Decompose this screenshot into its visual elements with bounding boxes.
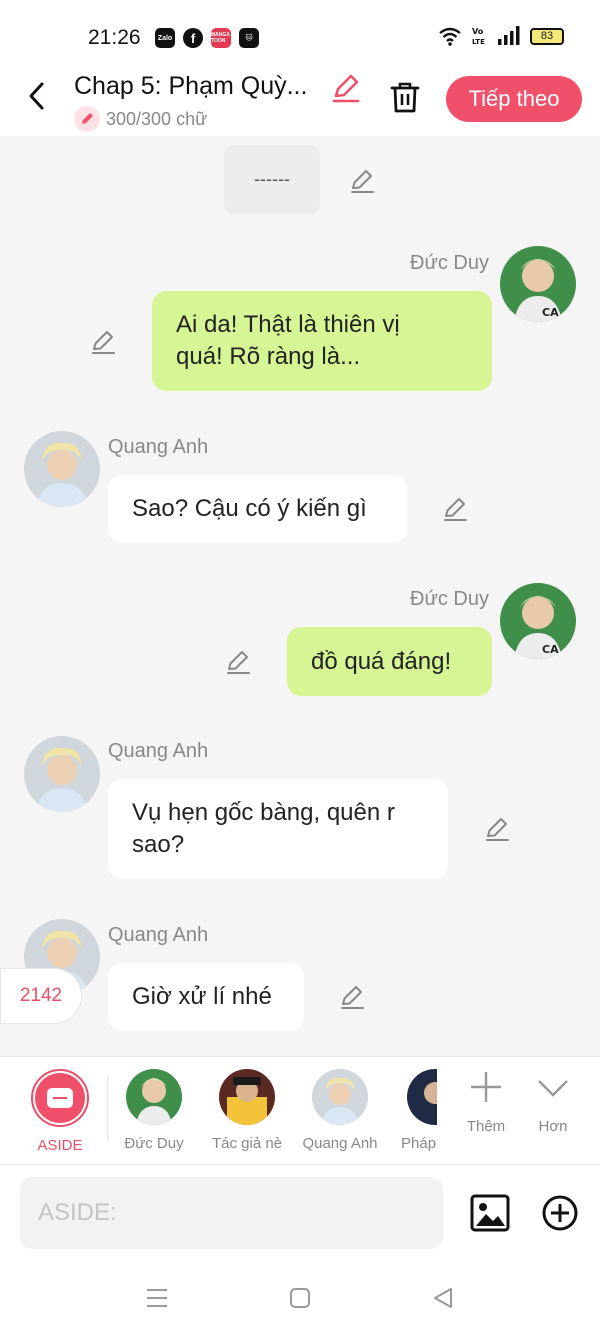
more-label: Hơn: [538, 1118, 568, 1135]
edit-message-icon[interactable]: [338, 983, 366, 1011]
character-label: Đức Duy: [124, 1135, 184, 1152]
word-count-text: 300/300 chữ: [106, 108, 208, 129]
sender-name: Quang Anh: [108, 740, 209, 762]
word-count: 300/300 chữ: [74, 106, 207, 132]
battery-icon: 83: [530, 27, 564, 45]
status-app-icons: Zalo f MANGA TOON 🐱: [155, 28, 259, 48]
edit-message-icon[interactable]: [89, 328, 117, 356]
message-input[interactable]: [20, 1177, 443, 1249]
status-indicators: Vo LTE 83: [438, 26, 564, 46]
message-bubble[interactable]: Vụ hẹn gốc bàng, quên r sao?: [108, 779, 448, 879]
svg-text:CA: CA: [542, 643, 559, 656]
svg-text:CA: CA: [542, 306, 559, 319]
character-bar: ASIDE Đức Duy Tác giả nè Quang Anh Pháp …: [0, 1056, 600, 1164]
character-duc-duy[interactable]: Đức Duy: [114, 1069, 194, 1152]
next-button[interactable]: Tiếp theo: [446, 76, 582, 122]
status-bar: 21:26 Zalo f MANGA TOON 🐱 Vo LTE 83: [0, 0, 600, 70]
signal-icon: [498, 26, 520, 45]
svg-text:LTE: LTE: [472, 38, 485, 46]
back-arrow-icon[interactable]: [22, 80, 54, 112]
message-bubble[interactable]: Giờ xử lí nhé: [108, 963, 304, 1031]
character-aside[interactable]: ASIDE: [20, 1069, 100, 1154]
edit-message-icon[interactable]: [483, 815, 511, 843]
svg-text:Vo: Vo: [472, 27, 484, 36]
message-line: Vụ hẹn gốc bàng, quên r: [132, 799, 395, 826]
message-bubble[interactable]: Ai da! Thật là thiên vị quá! Rõ ràng là.…: [152, 291, 492, 391]
aside-avatar: [31, 1069, 89, 1127]
avatar: [312, 1069, 368, 1125]
character-phap[interactable]: Pháp: [393, 1069, 437, 1152]
character-label: Pháp: [401, 1135, 437, 1152]
add-label: Thêm: [466, 1118, 506, 1135]
avatar: [407, 1069, 437, 1125]
avatar-duc-duy[interactable]: CA: [500, 246, 576, 322]
battery-level: 83: [540, 30, 554, 42]
message-line: quá! Rõ ràng là...: [176, 343, 361, 370]
chat-area: ------ Đức Duy CA Ai da! Thật là thiên v…: [0, 136, 600, 1056]
menu-icon[interactable]: [143, 1284, 171, 1312]
back-triangle-icon[interactable]: [429, 1284, 457, 1312]
trash-icon[interactable]: [388, 80, 422, 114]
character-label: ASIDE: [37, 1137, 83, 1154]
aside-note-icon: [47, 1088, 73, 1108]
add-circle-icon[interactable]: [540, 1193, 580, 1233]
sender-name: Đức Duy: [410, 588, 489, 610]
more-button[interactable]: Hơn: [523, 1069, 583, 1135]
avatar-duc-duy[interactable]: CA: [500, 583, 576, 659]
avatar: [126, 1069, 182, 1125]
message-line: Sao? Cậu có ý kiến gì: [132, 495, 367, 522]
zalo-icon: Zalo: [155, 28, 175, 48]
wifi-icon: [439, 27, 461, 46]
edit-message-icon[interactable]: [348, 167, 376, 195]
image-icon[interactable]: [470, 1193, 510, 1233]
edit-message-icon[interactable]: [441, 495, 469, 523]
message-line: đồ quá đáng!: [311, 647, 452, 675]
pencil-badge-icon: [74, 106, 100, 132]
composer: [0, 1164, 600, 1262]
home-square-icon[interactable]: [286, 1284, 314, 1312]
avatar-quang-anh[interactable]: [24, 431, 100, 507]
divider: [107, 1077, 108, 1141]
status-time: 21:26: [88, 26, 141, 49]
edit-title-icon[interactable]: [330, 72, 362, 104]
chapter-title[interactable]: Chap 5: Phạm Quỳ...: [74, 72, 307, 101]
message-count-badge[interactable]: 2142: [0, 968, 82, 1024]
facebook-icon: f: [183, 28, 203, 48]
character-label: Tác giả nè: [211, 1135, 283, 1152]
message-line: sao?: [132, 831, 185, 858]
character-tac-gia[interactable]: Tác giả nè: [207, 1069, 287, 1152]
message-bubble[interactable]: Sao? Cậu có ý kiến gì: [108, 475, 407, 543]
character-label: Quang Anh: [302, 1135, 378, 1152]
message-bubble[interactable]: đồ quá đáng!: [287, 627, 492, 696]
aside-bubble[interactable]: ------: [224, 145, 320, 214]
sender-name: Quang Anh: [108, 436, 209, 458]
avatar: [219, 1069, 275, 1125]
add-character-button[interactable]: Thêm: [456, 1069, 516, 1135]
character-quang-anh[interactable]: Quang Anh: [300, 1069, 380, 1152]
edit-message-icon[interactable]: [224, 648, 252, 676]
volte-icon: Vo LTE: [472, 27, 485, 46]
avatar-quang-anh[interactable]: [24, 736, 100, 812]
sender-name: Quang Anh: [108, 924, 209, 946]
cat-app-icon: 🐱: [239, 28, 259, 48]
message-line: Giờ xử lí nhé: [132, 983, 272, 1010]
plus-icon: [471, 1072, 501, 1102]
chevron-down-icon: [538, 1080, 568, 1097]
editor-header: Chap 5: Phạm Quỳ... 300/300 chữ Tiếp the…: [0, 70, 600, 136]
mangatoon-icon: MANGA TOON: [211, 28, 231, 48]
message-line: Ai da! Thật là thiên vị: [176, 311, 400, 338]
system-nav-bar: [0, 1262, 600, 1333]
sender-name: Đức Duy: [410, 252, 489, 274]
